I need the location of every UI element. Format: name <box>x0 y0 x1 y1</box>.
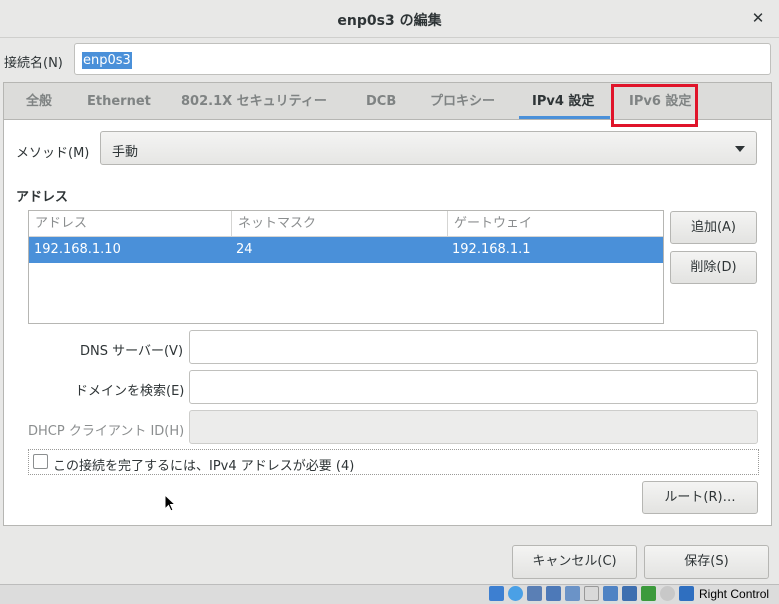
cpu-icon[interactable] <box>641 586 656 601</box>
connection-name-value: enp0s3 <box>82 52 132 69</box>
add-address-button[interactable]: 追加(A) <box>670 211 757 244</box>
display-icon[interactable] <box>603 586 618 601</box>
cancel-button[interactable]: キャンセル(C) <box>512 545 637 579</box>
chevron-down-icon <box>735 146 745 152</box>
mouse-integration-icon[interactable] <box>660 586 675 601</box>
method-dropdown[interactable]: 手動 <box>100 131 757 165</box>
close-button[interactable]: ✕ <box>749 9 767 27</box>
column-header-netmask[interactable]: ネットマスク <box>232 211 448 237</box>
require-ipv4-label[interactable]: この接続を完了するには、IPv4 アドレスが必要 (4) <box>53 455 354 474</box>
column-header-gateway[interactable]: ゲートウェイ <box>448 211 663 237</box>
method-label: メソッド(M) <box>16 146 90 161</box>
search-domains-label: ドメインを検索(E) <box>75 384 185 399</box>
dhcp-client-id-label: DHCP クライアント ID(H) <box>28 424 185 439</box>
tab-ipv4-settings[interactable]: IPv4 設定 <box>532 83 594 120</box>
keyboard-capture-icon[interactable] <box>679 586 694 601</box>
mouse-cursor-icon <box>164 494 176 512</box>
tab-dcb[interactable]: DCB <box>366 83 396 120</box>
search-domains-input[interactable] <box>189 370 758 404</box>
cell-netmask[interactable]: 24 <box>231 237 253 263</box>
audio-icon[interactable] <box>527 586 542 601</box>
close-icon: ✕ <box>751 9 765 27</box>
method-value: 手動 <box>112 145 139 160</box>
require-ipv4-row[interactable]: この接続を完了するには、IPv4 アドレスが必要 (4) <box>28 449 759 475</box>
optical-drive-icon[interactable] <box>508 586 523 601</box>
dhcp-client-id-input <box>189 410 758 444</box>
tab-proxy[interactable]: プロキシー <box>430 83 495 120</box>
routes-button[interactable]: ルート(R)… <box>642 481 758 514</box>
ipv6-tab-highlight <box>611 84 698 127</box>
table-row[interactable]: 192.168.1.10 24 192.168.1.1 <box>29 237 663 263</box>
dns-server-label: DNS サーバー(V) <box>80 344 184 359</box>
active-tab-indicator <box>519 116 610 119</box>
cell-address[interactable]: 192.168.1.10 <box>29 237 121 263</box>
addresses-table: アドレス ネットマスク ゲートウェイ 192.168.1.10 24 192.1… <box>28 210 664 324</box>
title-bar: enp0s3 の編集 ✕ <box>0 0 779 38</box>
usb-icon[interactable] <box>565 586 580 601</box>
hard-disk-icon[interactable] <box>489 586 504 601</box>
host-key-label: Right Control <box>699 587 770 601</box>
shared-folders-icon[interactable] <box>584 586 599 601</box>
tab-8021x-security[interactable]: 802.1X セキュリティー <box>181 83 327 120</box>
require-ipv4-checkbox[interactable] <box>33 454 48 469</box>
connection-name-label: 接続名(N) <box>4 56 63 71</box>
delete-address-button[interactable]: 削除(D) <box>670 251 757 284</box>
connection-name-input[interactable] <box>74 43 771 75</box>
cell-gateway[interactable]: 192.168.1.1 <box>447 237 531 263</box>
recording-icon[interactable] <box>622 586 637 601</box>
tab-general[interactable]: 全般 <box>26 83 52 120</box>
column-header-address[interactable]: アドレス <box>29 211 232 237</box>
tab-ethernet[interactable]: Ethernet <box>87 83 151 120</box>
addresses-section-title: アドレス <box>16 190 69 205</box>
dns-server-input[interactable] <box>189 330 758 364</box>
window-title: enp0s3 の編集 <box>337 13 442 29</box>
save-button[interactable]: 保存(S) <box>644 545 769 579</box>
network-icon[interactable] <box>546 586 561 601</box>
